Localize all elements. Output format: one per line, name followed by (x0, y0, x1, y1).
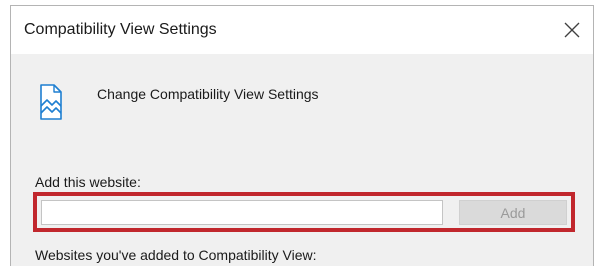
dialog-title: Compatibility View Settings (24, 21, 217, 38)
add-button[interactable]: Add (459, 200, 567, 225)
compatibility-view-dialog: Compatibility View Settings Change Compa… (10, 5, 594, 266)
compatibility-view-icon (38, 82, 64, 122)
close-icon (564, 22, 580, 38)
added-websites-label: Websites you've added to Compatibility V… (35, 247, 317, 263)
title-bar: Compatibility View Settings (11, 6, 593, 54)
add-website-label: Add this website: (35, 174, 141, 190)
close-button[interactable] (557, 15, 587, 45)
header-text: Change Compatibility View Settings (97, 86, 319, 102)
website-input[interactable] (41, 200, 443, 225)
